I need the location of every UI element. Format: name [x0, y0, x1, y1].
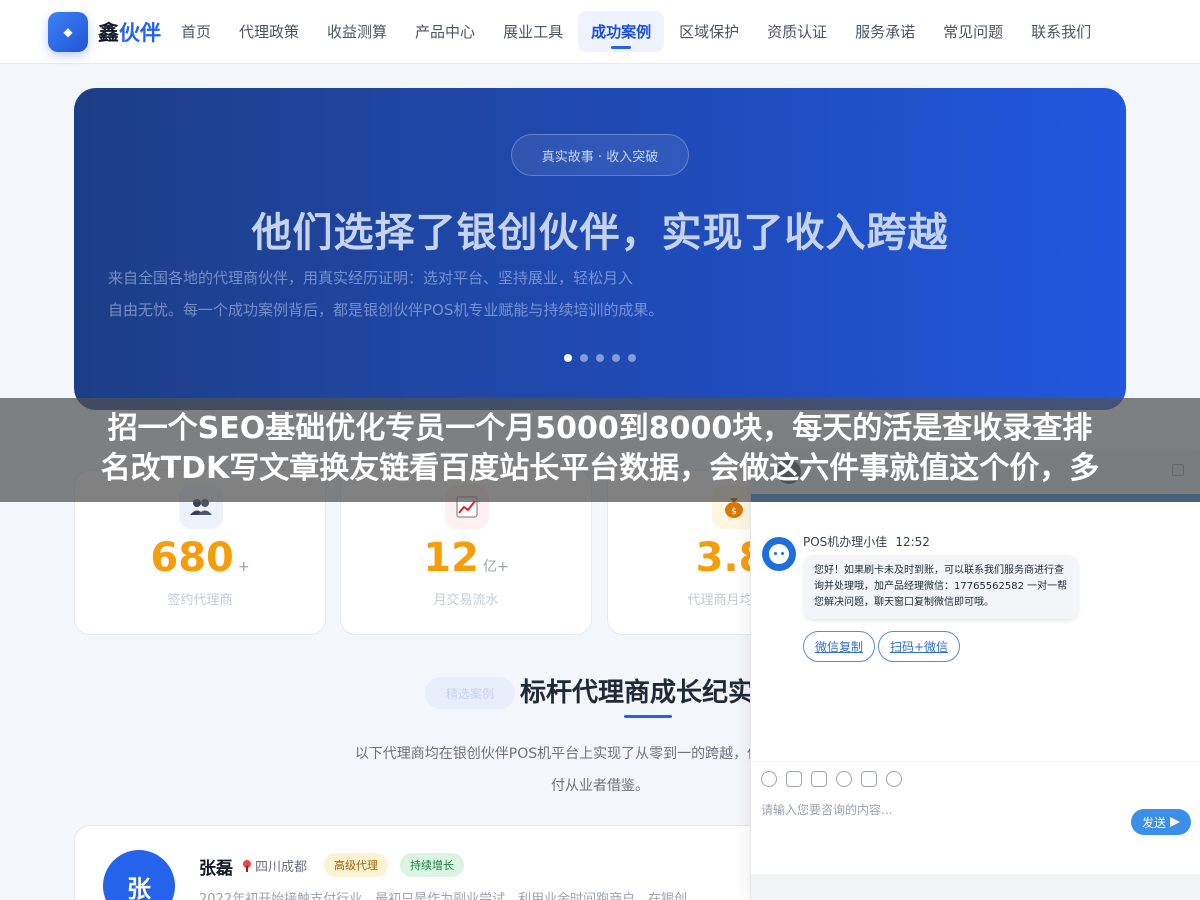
nav-item[interactable]: 联系我们 — [1018, 11, 1104, 52]
logo-text: 鑫伙伴 — [98, 17, 161, 47]
stat-label: 签约代理商 — [167, 593, 233, 608]
section-pill: 精选案例 — [425, 677, 515, 709]
message-time: 12:52 — [895, 535, 930, 549]
send-arrow-icon — [1170, 817, 1180, 827]
screenshot-icon[interactable] — [811, 771, 827, 787]
overlay-caption: 招一个SEO基础优化专员一个月5000到8000块，每天的活是查收录查排 名改T… — [0, 398, 1200, 502]
hero-badge: 真实故事 · 收入突破 — [511, 134, 689, 176]
chat-toolbar — [761, 771, 902, 787]
carousel-dot[interactable] — [628, 354, 636, 362]
section-title: 标杆代理商成长纪实 — [520, 678, 755, 708]
message-bubble: 您好！如果刷卡未及时到账，可以联系我们服务商进行查询并处理哦，加产品经理微信：1… — [804, 555, 1078, 619]
logo-accent: 伙伴 — [119, 20, 161, 45]
nav-item[interactable]: 成功案例 — [578, 11, 665, 52]
chat-widget: POS机办理小佳 12:52 您好！如果刷卡未及时到账，可以联系我们服务商进行查询… — [750, 450, 1200, 900]
nav-item[interactable]: 展业工具 — [490, 11, 576, 52]
chat-divider — [751, 761, 1200, 762]
scan-wechat-button[interactable]: 扫码+微信 — [878, 631, 961, 662]
mute-icon[interactable] — [861, 771, 877, 787]
avatar: 张 — [103, 850, 175, 900]
tag-level: 高级代理 — [324, 853, 388, 877]
agent-avatar — [762, 537, 796, 571]
chat-input[interactable]: 请输入您要咨询的内容... — [761, 801, 892, 818]
hero-title: 他们选择了银创伙伴，实现了收入跨越 — [251, 210, 949, 256]
agent-name-label: POS机办理小佳 — [803, 535, 888, 549]
hero-desc-line: 来自全国各地的代理商伙伴，用真实经历证明：选对平台、坚持展业，轻松月入 — [108, 269, 634, 287]
stat-value: 12 亿+ — [341, 535, 591, 581]
stat-label: 月交易流水 — [433, 593, 499, 608]
agent-location: 四川成都 — [243, 856, 307, 875]
hero-desc-line: 自由无忧。每一个成功案例背后，都是银创伙伴POS机专业赋能与持续培训的成果。 — [108, 301, 664, 319]
send-label: 发送 — [1141, 815, 1166, 830]
carousel-dot[interactable] — [580, 354, 588, 362]
stat-value: 680 + — [75, 535, 325, 581]
caption-line: 名改TDK写文章换友链看百度站长平台数据，会做这六件事就值这个价，多 — [100, 451, 1100, 486]
send-button[interactable]: 发送 — [1131, 809, 1191, 835]
tag-growth: 持续增长 — [400, 853, 464, 877]
agent-face-icon — [769, 544, 789, 564]
stat-number: 680 — [150, 535, 234, 581]
stat-unit: 亿+ — [482, 559, 509, 575]
carousel-dots — [564, 354, 636, 362]
hero-description: 来自全国各地的代理商伙伴，用真实经历证明：选对平台、坚持展业，轻松月入 自由无忧… — [108, 262, 758, 326]
wechat-icon[interactable] — [886, 771, 902, 787]
section-underline — [624, 715, 672, 718]
story-card[interactable]: 张 张磊 四川成都 高级代理 持续增长 2022年初开始接触支付行业，最初只是作… — [74, 825, 774, 900]
top-nav: ◆ 鑫伙伴 首页 代理政策 收益测算 产品中心 展业工具 成功案例 区域保护 资质认证 服务承诺… — [0, 0, 1200, 64]
location-text: 四川成都 — [255, 860, 308, 875]
nav-item[interactable]: 产品中心 — [402, 11, 488, 52]
svg-text:$: $ — [731, 507, 737, 517]
rating-icon[interactable] — [836, 771, 852, 787]
copy-wechat-button[interactable]: 微信复制 — [803, 631, 876, 662]
logo[interactable]: ◆ 鑫伙伴 — [48, 11, 161, 52]
caption-line: 招一个SEO基础优化专员一个月5000到8000块，每天的活是查收录查排 — [107, 411, 1093, 446]
main-menu: 首页 代理政策 收益测算 产品中心 展业工具 成功案例 区域保护 资质认证 服务承诺 常见问题 联系… — [167, 11, 1105, 52]
stat-unit: + — [237, 559, 250, 575]
logo-mark-icon: ◆ — [48, 11, 88, 52]
nav-item[interactable]: 收益测算 — [314, 11, 400, 52]
chat-footer — [751, 874, 1200, 900]
logo-char: 鑫 — [98, 20, 119, 45]
carousel-dot[interactable] — [612, 354, 620, 362]
nav-item[interactable]: 首页 — [168, 11, 224, 52]
message-meta: POS机办理小佳 12:52 — [803, 533, 930, 550]
stat-number: 12 — [423, 535, 479, 581]
nav-item[interactable]: 服务承诺 — [842, 11, 928, 52]
image-icon[interactable] — [786, 771, 802, 787]
nav-item[interactable]: 代理政策 — [226, 11, 312, 52]
hero-banner: 真实故事 · 收入突破 他们选择了银创伙伴，实现了收入跨越 来自全国各地的代理商… — [74, 88, 1126, 410]
carousel-dot[interactable] — [596, 354, 604, 362]
agent-name: 张磊 — [199, 859, 233, 879]
nav-item[interactable]: 资质认证 — [754, 11, 840, 52]
location-pin-icon — [243, 859, 251, 872]
emoji-icon[interactable] — [761, 771, 777, 787]
nav-item[interactable]: 区域保护 — [666, 11, 752, 52]
carousel-dot[interactable] — [564, 354, 572, 362]
story-excerpt: 2022年初开始接触支付行业，最初只是作为副业尝试，利用业余时间跑商户，在银创 — [199, 892, 688, 900]
nav-item[interactable]: 常见问题 — [930, 11, 1016, 52]
